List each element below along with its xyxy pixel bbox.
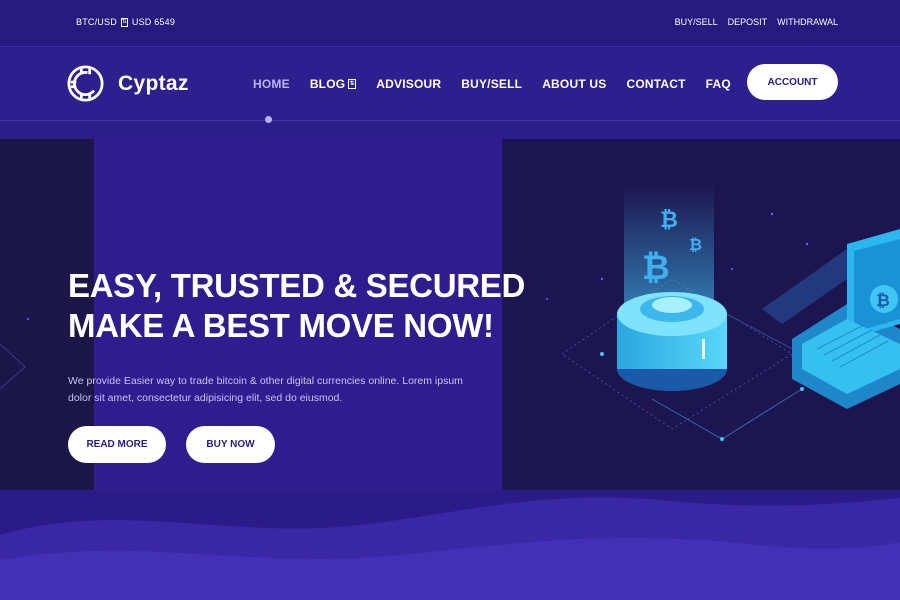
- nav-item-advisour[interactable]: ADVISOUR: [376, 77, 441, 91]
- svg-text:₿: ₿: [642, 248, 670, 288]
- headline-line-1: EASY, TRUSTED & SECURED: [68, 267, 526, 304]
- hero-headline: EASY, TRUSTED & SECURED MAKE A BEST MOVE…: [68, 266, 525, 346]
- bottom-wave-decoration: [0, 490, 900, 600]
- nav-item-contact[interactable]: CONTACT: [626, 77, 685, 91]
- read-more-button[interactable]: READ MORE: [68, 426, 166, 463]
- main-nav: HOME BLOG ⇅ ADVISOUR BUY/SELL ABOUT US C…: [253, 77, 751, 91]
- svg-text:₿: ₿: [660, 208, 678, 233]
- nav-item-about-us[interactable]: ABOUT US: [542, 77, 606, 91]
- updown-arrow-icon: ⇅: [120, 17, 128, 27]
- hero-description: We provide Easier way to trade bitcoin &…: [68, 375, 463, 404]
- ticker-pair: BTC/USD: [76, 17, 117, 27]
- top-links: BUY/SELL DEPOSIT WITHDRAWAL: [675, 17, 838, 27]
- active-nav-indicator: [265, 116, 272, 123]
- top-link-withdrawal[interactable]: WITHDRAWAL: [777, 17, 838, 27]
- dropdown-arrows-icon: ⇅: [348, 79, 357, 89]
- account-button[interactable]: ACCOUNT: [747, 64, 838, 100]
- top-link-buy-sell[interactable]: BUY/SELL: [675, 17, 718, 27]
- top-link-deposit[interactable]: DEPOSIT: [728, 17, 768, 27]
- nav-item-home[interactable]: HOME: [253, 77, 290, 91]
- cyptaz-logo-icon: [67, 65, 104, 102]
- headline-line-2: MAKE A BEST MOVE NOW!: [68, 307, 494, 344]
- nav-item-blog[interactable]: BLOG ⇅: [309, 77, 357, 91]
- top-bar: BTC/USD ⇅ USD 6549 BUY/SELL DEPOSIT WITH…: [0, 0, 900, 47]
- svg-text:₿: ₿: [689, 235, 702, 254]
- brand-name: Cyptaz: [118, 71, 189, 95]
- btc-ticker: BTC/USD ⇅ USD 6549: [76, 17, 175, 27]
- buy-now-button[interactable]: BUY NOW: [186, 426, 275, 463]
- nav-item-buy-sell[interactable]: BUY/SELL: [461, 77, 522, 91]
- brand-logo[interactable]: Cyptaz: [67, 65, 189, 102]
- hero-illustration: ₿ ₿ ₿ ₿: [502, 139, 900, 490]
- header-divider: [0, 120, 900, 121]
- nav-item-blog-label: BLOG: [309, 77, 346, 91]
- svg-text:₿: ₿: [876, 291, 890, 311]
- ticker-value: USD 6549: [131, 17, 176, 27]
- nav-item-faq[interactable]: FAQ: [706, 77, 731, 91]
- bitcoin-server-laptop-illustration: ₿ ₿ ₿ ₿: [546, 184, 900, 441]
